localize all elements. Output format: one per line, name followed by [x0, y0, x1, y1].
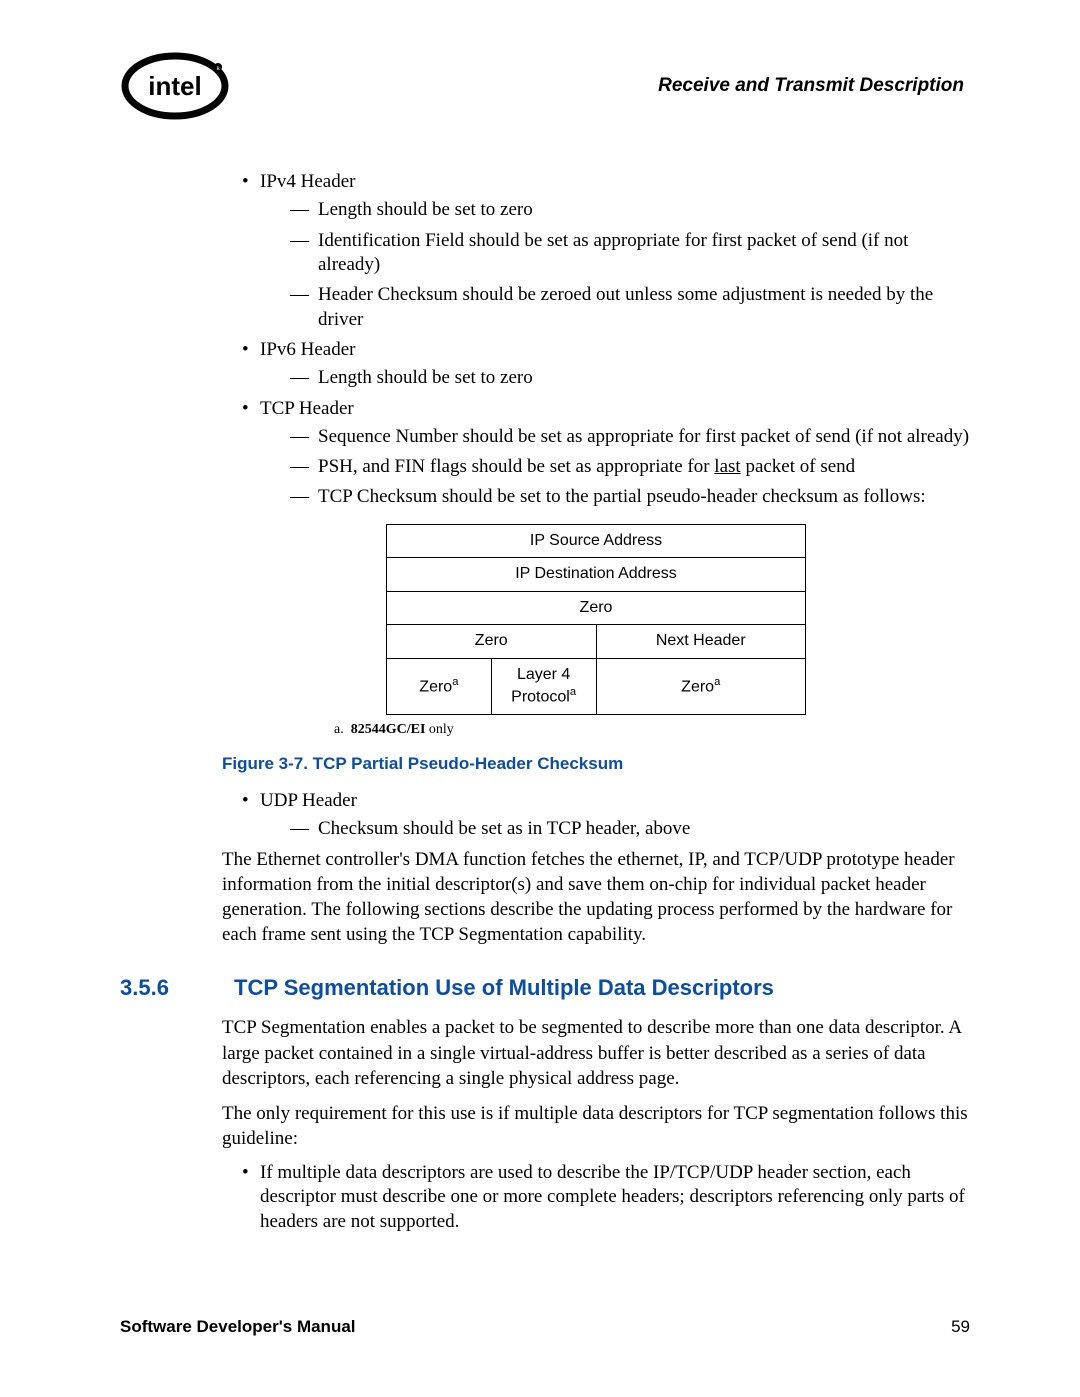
footnote-bold: 82544GC/EI	[351, 722, 426, 737]
figure-caption: Figure 3-7. TCP Partial Pseudo-Header Ch…	[222, 753, 970, 775]
table-cell: Layer 4 Protocola	[491, 658, 596, 714]
list-item: UDP Header Checksum should be set as in …	[242, 789, 970, 842]
list-item: TCP Header Sequence Number should be set…	[242, 397, 970, 510]
body-paragraph: TCP Segmentation enables a packet to be …	[222, 1015, 970, 1090]
body-paragraph: The Ethernet controller's DMA function f…	[222, 847, 970, 947]
sublist: Checksum should be set as in TCP header,…	[260, 817, 970, 841]
list-ipv4: IPv4 Header Length should be set to zero…	[222, 170, 970, 510]
pseudo-header-table: IP Source Address IP Destination Address…	[386, 524, 806, 715]
list-label: IPv4 Header	[260, 171, 356, 192]
cell-text: Protocol	[511, 688, 570, 705]
sublist: Length should be set to zero Identificat…	[260, 198, 970, 332]
text-run: packet of send	[741, 456, 855, 477]
list-udp: UDP Header Checksum should be set as in …	[222, 789, 970, 842]
sublist-item: TCP Checksum should be set to the partia…	[290, 485, 970, 509]
page-footer: Software Developer's Manual 59	[120, 1317, 970, 1337]
sublist: Sequence Number should be set as appropr…	[260, 425, 970, 510]
page-header: intel R Receive and Transmit Description	[120, 50, 970, 122]
table-cell: Zero	[387, 591, 806, 624]
sublist-item: Length should be set to zero	[290, 366, 970, 390]
section-title: TCP Segmentation Use of Multiple Data De…	[234, 975, 774, 1001]
intel-logo-icon: intel R	[120, 50, 230, 122]
superscript: a	[570, 686, 576, 698]
table-cell: Next Header	[596, 625, 806, 658]
list-label: IPv6 Header	[260, 339, 356, 360]
sublist-item: Checksum should be set as in TCP header,…	[290, 817, 970, 841]
content-area: IPv4 Header Length should be set to zero…	[222, 170, 970, 947]
table-cell: IP Destination Address	[387, 558, 806, 591]
section-number: 3.5.6	[120, 975, 176, 1001]
page-number: 59	[951, 1317, 970, 1337]
list-guideline: If multiple data descriptors are used to…	[222, 1161, 970, 1234]
footnote-marker: a.	[334, 722, 344, 737]
svg-text:intel: intel	[148, 71, 201, 101]
page-header-title: Receive and Transmit Description	[658, 75, 964, 97]
sublist-item: Identification Field should be set as ap…	[290, 229, 970, 278]
cell-text: Layer 4	[517, 666, 570, 683]
list-item: IPv4 Header Length should be set to zero…	[242, 170, 970, 332]
list-item: If multiple data descriptors are used to…	[242, 1161, 970, 1234]
body-paragraph: The only requirement for this use is if …	[222, 1101, 970, 1151]
text-run: PSH, and FIN flags should be set as appr…	[318, 456, 714, 477]
list-label: TCP Header	[260, 398, 354, 419]
underlined-text: last	[714, 456, 740, 477]
footer-title: Software Developer's Manual	[120, 1317, 356, 1337]
sublist-item: PSH, and FIN flags should be set as appr…	[290, 455, 970, 479]
table-cell: Zeroa	[387, 658, 492, 714]
table-footnote: a. 82544GC/EI only	[334, 721, 970, 739]
superscript: a	[714, 676, 720, 688]
sublist-item: Sequence Number should be set as appropr…	[290, 425, 970, 449]
table-cell: IP Source Address	[387, 524, 806, 557]
table-cell: Zeroa	[596, 658, 806, 714]
sublist-item: Header Checksum should be zeroed out unl…	[290, 283, 970, 332]
superscript: a	[452, 676, 458, 688]
cell-text: Zero	[681, 678, 714, 695]
footnote-tail: only	[425, 722, 453, 737]
sublist: Length should be set to zero	[260, 366, 970, 390]
cell-text: Zero	[419, 678, 452, 695]
page-root: intel R Receive and Transmit Description…	[0, 0, 1080, 1234]
section-heading: 3.5.6 TCP Segmentation Use of Multiple D…	[120, 975, 970, 1001]
content-area: TCP Segmentation enables a packet to be …	[222, 1015, 970, 1233]
table-cell: Zero	[387, 625, 597, 658]
sublist-item: Length should be set to zero	[290, 198, 970, 222]
list-label: UDP Header	[260, 790, 357, 811]
list-item: IPv6 Header Length should be set to zero	[242, 338, 970, 391]
